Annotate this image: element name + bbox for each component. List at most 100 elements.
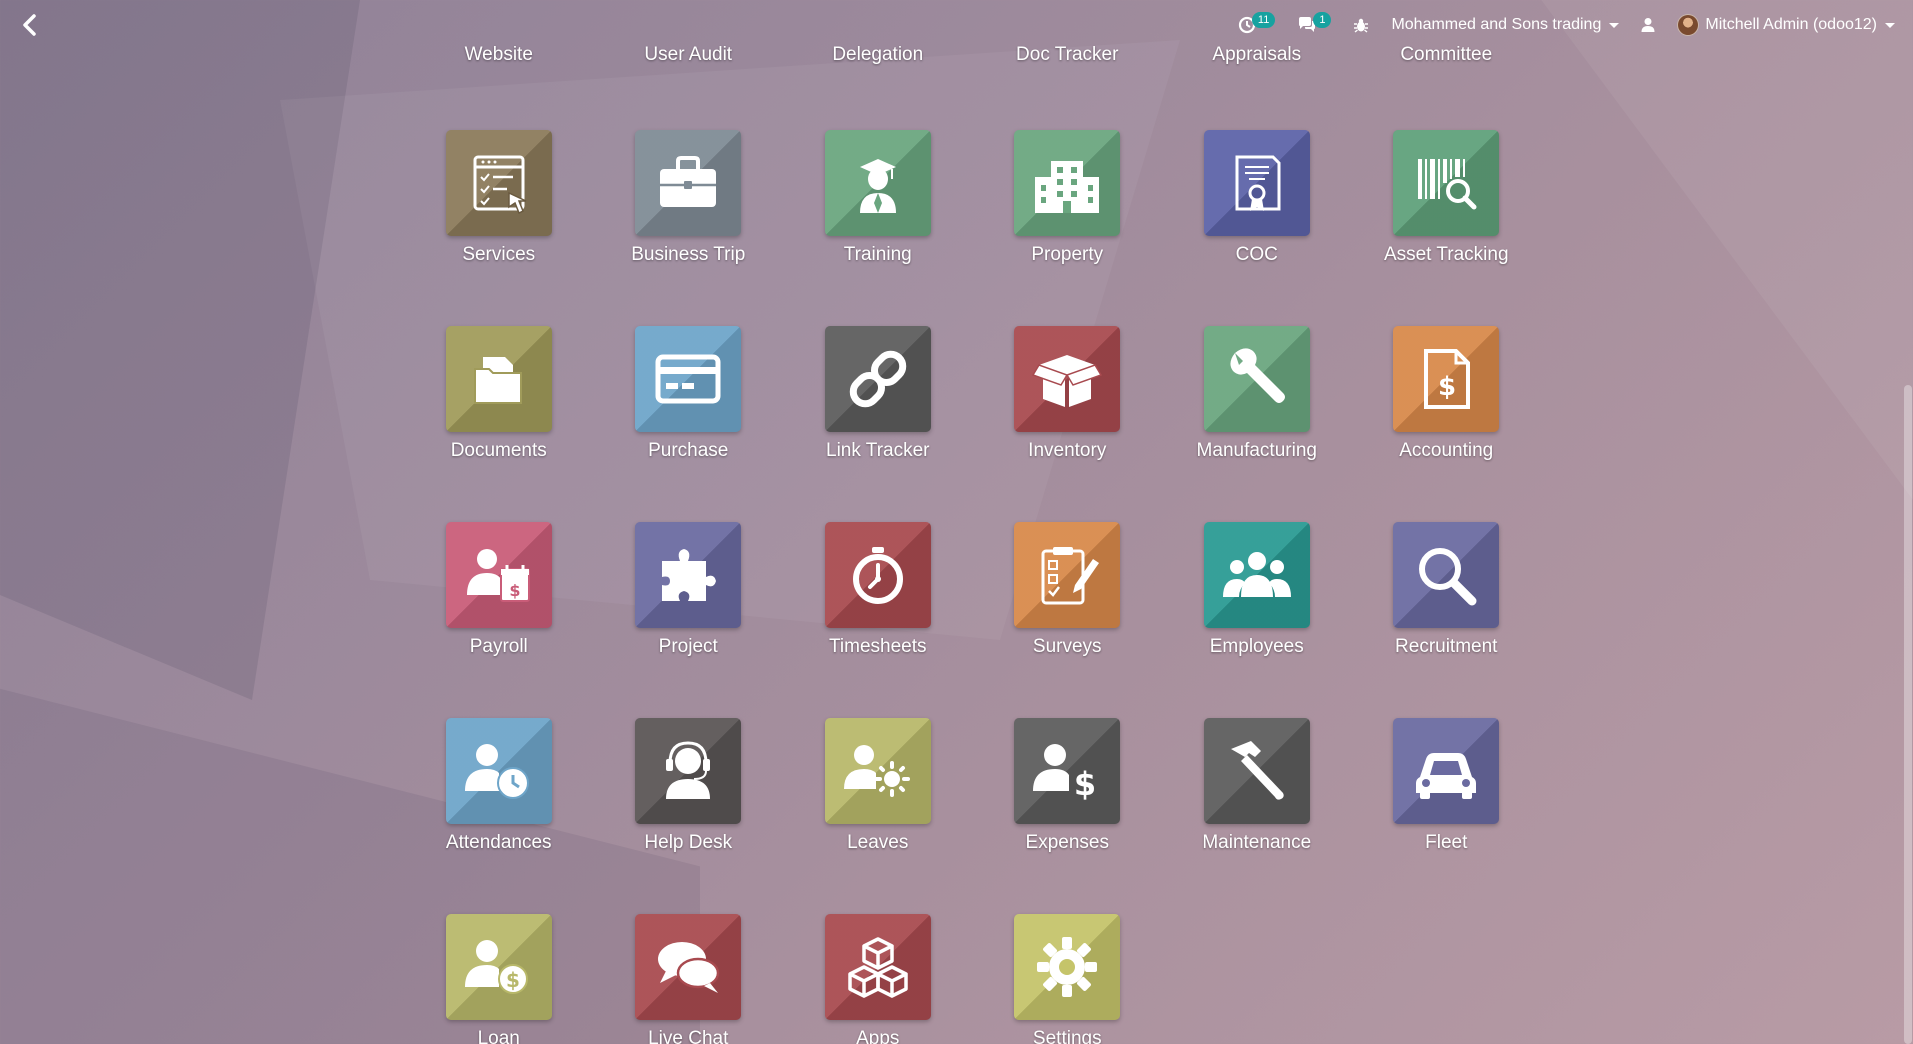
user-status-menu[interactable] xyxy=(1641,17,1655,33)
caret-down-icon xyxy=(1609,22,1620,28)
company-name: Mohammed and Sons trading xyxy=(1391,16,1602,33)
app-inventory[interactable]: Inventory xyxy=(997,326,1137,462)
app-live-chat[interactable]: Live Chat xyxy=(618,914,758,1044)
messages-badge: 1 xyxy=(1313,12,1332,28)
app-label: Loan xyxy=(477,1028,520,1044)
app-tile[interactable] xyxy=(1203,326,1310,432)
app-leaves[interactable]: Leaves xyxy=(808,718,948,854)
app-business-trip[interactable]: Business Trip xyxy=(618,130,758,266)
app-tile[interactable] xyxy=(824,130,931,236)
app-tile[interactable] xyxy=(824,522,931,628)
link-icon xyxy=(849,350,906,408)
app-project[interactable]: Project xyxy=(618,522,758,658)
app-accounting[interactable]: $ Accounting xyxy=(1376,326,1516,462)
cubes-icon xyxy=(848,937,908,998)
app-property[interactable]: Property xyxy=(997,130,1137,266)
app-maintenance[interactable]: Maintenance xyxy=(1187,718,1327,854)
scrollbar-thumb[interactable] xyxy=(1904,385,1912,1044)
user-dollar-icon: $ xyxy=(1033,744,1096,803)
app-label: Attendances xyxy=(445,832,552,853)
app-tile[interactable] xyxy=(824,718,931,824)
puzzle-icon xyxy=(662,549,717,601)
debug-menu[interactable] xyxy=(1353,17,1369,33)
user-menu[interactable]: Mitchell Admin (odoo12) xyxy=(1677,14,1895,36)
company-switcher[interactable]: Mohammed and Sons trading xyxy=(1391,16,1620,34)
user-coin-icon: $ xyxy=(464,940,528,994)
app-tile[interactable] xyxy=(1014,914,1121,1020)
app-tile[interactable] xyxy=(1203,522,1310,628)
app-fleet[interactable]: Fleet xyxy=(1376,718,1516,854)
app-tile[interactable] xyxy=(1393,718,1500,824)
app-tile[interactable] xyxy=(635,914,742,1020)
app-label: Project xyxy=(658,636,718,657)
app-label: Live Chat xyxy=(648,1028,729,1044)
app-attendances[interactable]: Attendances xyxy=(429,718,569,854)
app-tile[interactable] xyxy=(635,326,742,432)
app-tile[interactable] xyxy=(445,130,552,236)
app-apps[interactable]: Apps xyxy=(808,914,948,1044)
app-label: Business Trip xyxy=(631,244,746,265)
activity-menu[interactable]: 11 xyxy=(1238,12,1276,34)
app-asset-tracking[interactable]: Asset Tracking xyxy=(1376,130,1516,266)
back-button[interactable] xyxy=(16,12,42,38)
app-label: Documents xyxy=(450,440,547,461)
caret-down-icon xyxy=(1885,22,1895,28)
app-recruitment[interactable]: Recruitment xyxy=(1376,522,1516,658)
app-label: Recruitment xyxy=(1395,636,1498,657)
app-label: Purchase xyxy=(648,440,729,461)
svg-text:$: $ xyxy=(509,581,520,600)
app-label: Services xyxy=(462,244,536,265)
box-icon xyxy=(1032,355,1103,407)
app-label: COC xyxy=(1235,244,1278,265)
app-tile[interactable] xyxy=(1014,522,1121,628)
app-loan[interactable]: $ Loan xyxy=(429,914,569,1044)
svg-text:$: $ xyxy=(506,968,520,992)
app-tile[interactable] xyxy=(635,130,742,236)
app-documents[interactable]: Documents xyxy=(429,326,569,462)
app-tile[interactable] xyxy=(635,718,742,824)
app-label: Leaves xyxy=(847,832,909,853)
app-employees[interactable]: Employees xyxy=(1187,522,1327,658)
app-label: Accounting xyxy=(1399,440,1494,461)
messages-menu[interactable]: 1 xyxy=(1297,12,1332,34)
app-purchase[interactable]: Purchase xyxy=(618,326,758,462)
scrollbar[interactable] xyxy=(1903,0,1913,1044)
app-label: Inventory xyxy=(1028,440,1107,461)
app-training[interactable]: Training xyxy=(808,130,948,266)
app-surveys[interactable]: Surveys xyxy=(997,522,1137,658)
app-tile[interactable] xyxy=(824,326,931,432)
app-label: Settings xyxy=(1032,1028,1102,1044)
app-tile[interactable]: $ xyxy=(445,914,552,1020)
app-payroll[interactable]: $ Payroll xyxy=(429,522,569,658)
app-label: Help Desk xyxy=(644,832,733,853)
app-manufacturing[interactable]: Manufacturing xyxy=(1187,326,1327,462)
app-tile[interactable] xyxy=(1393,130,1500,236)
app-expenses[interactable]: $ Expenses xyxy=(997,718,1137,854)
app-tile[interactable]: $ xyxy=(445,522,552,628)
car-icon xyxy=(1416,753,1477,799)
app-label: Manufacturing xyxy=(1196,440,1317,461)
hammer-icon xyxy=(1230,741,1284,800)
app-timesheets[interactable]: Timesheets xyxy=(808,522,948,658)
app-link-tracker[interactable]: Link Tracker xyxy=(808,326,948,462)
app-tile[interactable] xyxy=(1393,522,1500,628)
app-tile[interactable]: $ xyxy=(1393,326,1500,432)
user-avatar xyxy=(1677,14,1700,36)
app-tile[interactable] xyxy=(635,522,742,628)
user-name: Mitchell Admin (odoo12) xyxy=(1705,16,1877,33)
app-tile[interactable] xyxy=(824,914,931,1020)
app-coc[interactable]: COC xyxy=(1187,130,1327,266)
app-tile[interactable] xyxy=(445,718,552,824)
app-help-desk[interactable]: Help Desk xyxy=(618,718,758,854)
app-tile[interactable] xyxy=(1203,718,1310,824)
app-tile[interactable] xyxy=(1203,130,1310,236)
app-tile[interactable]: $ xyxy=(1014,718,1121,824)
app-services[interactable]: Services xyxy=(429,130,569,266)
app-settings[interactable]: Settings xyxy=(997,914,1137,1044)
app-tile[interactable] xyxy=(1014,326,1121,432)
chevron-left-icon xyxy=(23,14,36,36)
app-tile[interactable] xyxy=(445,326,552,432)
app-label: Surveys xyxy=(1032,636,1102,657)
app-label: Timesheets xyxy=(829,636,927,657)
app-tile[interactable] xyxy=(1014,130,1121,236)
